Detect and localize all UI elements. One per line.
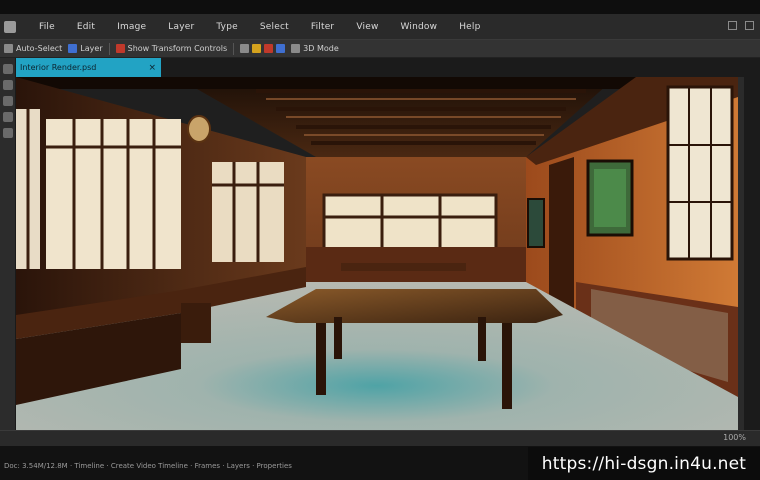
interior-photo xyxy=(16,77,738,430)
distribute-icon xyxy=(276,44,286,53)
align-left-icon xyxy=(240,44,250,53)
option-3d-mode[interactable]: 3D Mode xyxy=(291,44,339,53)
option-label: Auto-Select xyxy=(16,44,63,53)
option-align[interactable] xyxy=(240,44,286,53)
option-label: Layer xyxy=(80,44,103,53)
transform-icon xyxy=(115,44,125,53)
marquee-tool-icon[interactable] xyxy=(2,80,13,90)
3d-icon xyxy=(291,44,301,53)
move-tool-icon[interactable] xyxy=(2,64,13,74)
divider xyxy=(233,42,235,55)
menu-edit[interactable]: Edit xyxy=(66,22,106,32)
minimize-icon[interactable] xyxy=(728,21,737,30)
option-layer[interactable]: Layer xyxy=(68,44,103,53)
menu-image[interactable]: Image xyxy=(106,22,157,32)
timeline-info: Doc: 3.54M/12.8M · Timeline · Create Vid… xyxy=(4,462,292,470)
menu-layer[interactable]: Layer xyxy=(157,22,205,32)
app-icon[interactable] xyxy=(4,20,16,33)
vertical-scrollbar[interactable] xyxy=(738,77,744,430)
window-controls xyxy=(728,21,754,30)
menu-filter[interactable]: Filter xyxy=(300,22,346,32)
crop-tool-icon[interactable] xyxy=(2,112,13,122)
menu-type[interactable]: Type xyxy=(205,22,248,32)
option-auto-select[interactable]: Auto-Select xyxy=(4,44,62,53)
options-bar: Auto-Select Layer Show Transform Control… xyxy=(0,40,760,58)
option-label: Show Transform Controls xyxy=(127,44,228,53)
close-icon[interactable]: × xyxy=(148,63,156,73)
title-strip xyxy=(0,0,760,14)
document-tab[interactable]: Interior Render.psd × xyxy=(16,58,161,77)
option-label: 3D Mode xyxy=(303,44,339,53)
lasso-tool-icon[interactable] xyxy=(2,96,13,106)
canvas-area xyxy=(16,77,744,430)
menu-window[interactable]: Window xyxy=(390,22,449,32)
maximize-icon[interactable] xyxy=(745,21,754,30)
brush-tool-icon[interactable] xyxy=(2,128,13,138)
align-center-icon xyxy=(252,44,262,53)
zoom-level[interactable]: 100% xyxy=(723,433,746,442)
menubar: File Edit Image Layer Type Select Filter… xyxy=(0,14,760,40)
menu-help[interactable]: Help xyxy=(448,22,491,32)
layer-icon xyxy=(68,44,78,53)
menu-select[interactable]: Select xyxy=(249,22,300,32)
divider xyxy=(108,42,110,55)
move-tool-icon xyxy=(4,44,13,53)
watermark-url: https://hi-dsgn.in4u.net xyxy=(528,447,760,480)
status-bar: 100% xyxy=(0,430,760,446)
menu-file[interactable]: File xyxy=(28,22,66,32)
menu-view[interactable]: View xyxy=(345,22,389,32)
align-right-icon xyxy=(264,44,274,53)
toolbox xyxy=(0,58,16,438)
option-transform-controls[interactable]: Show Transform Controls xyxy=(115,44,228,53)
document-canvas[interactable] xyxy=(16,77,738,430)
document-tab-label: Interior Render.psd xyxy=(20,63,97,72)
